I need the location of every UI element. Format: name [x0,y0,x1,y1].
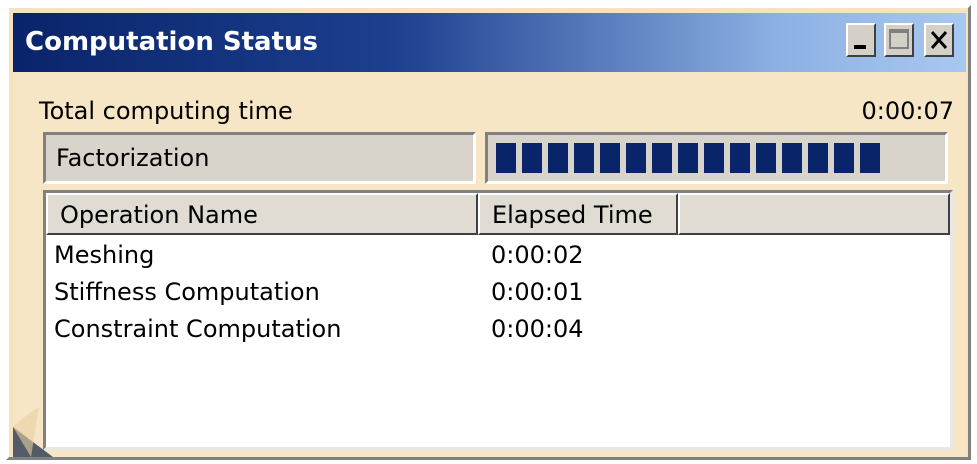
progress-block [730,143,750,173]
table-row[interactable]: Meshing 0:00:02 [46,237,950,274]
current-phase-label: Factorization [56,144,210,172]
column-header-operation-name[interactable]: Operation Name [46,193,478,235]
operation-name-cell: Constraint Computation [54,315,342,343]
progress-block [522,143,542,173]
operation-name-cell: Stiffness Computation [54,278,320,306]
close-icon [930,31,948,49]
progress-block [704,143,724,173]
maximize-button[interactable] [884,23,914,57]
progress-track [496,143,936,173]
progress-bar [485,132,948,184]
progress-block [860,143,880,173]
minimize-icon [854,45,866,49]
progress-block [808,143,828,173]
progress-block [678,143,698,173]
table-row[interactable]: Stiffness Computation 0:00:01 [46,274,950,311]
progress-block [756,143,776,173]
content-area: Total computing time 0:00:07 Factorizati… [13,72,966,457]
list-rows: Meshing 0:00:02 Stiffness Computation 0:… [46,237,950,348]
column-header-filler [678,193,950,235]
maximize-icon [889,29,909,49]
column-header-elapsed-time[interactable]: Elapsed Time [478,193,678,235]
progress-block [834,143,854,173]
current-phase-field: Factorization [43,132,476,184]
operations-list[interactable]: Operation Name Elapsed Time Meshing 0:00… [43,190,953,450]
close-button[interactable] [924,23,954,57]
progress-block [548,143,568,173]
progress-block [574,143,594,173]
minimize-button[interactable] [846,23,876,57]
progress-block [600,143,620,173]
title-bar[interactable]: Computation Status [13,13,966,72]
window-background-decoration [13,407,53,457]
operation-name-cell: Meshing [54,241,155,269]
table-row[interactable]: Constraint Computation 0:00:04 [46,311,950,348]
progress-block [782,143,802,173]
list-header: Operation Name Elapsed Time [46,193,950,235]
progress-block [496,143,516,173]
column-header-label: Operation Name [60,201,258,229]
column-header-label: Elapsed Time [492,201,653,229]
elapsed-time-cell: 0:00:02 [491,241,584,269]
elapsed-time-cell: 0:00:04 [491,315,584,343]
elapsed-time-cell: 0:00:01 [491,278,584,306]
total-computing-time-value: 0:00:07 [861,97,954,125]
computation-status-window: Computation Status Total computing time … [6,5,971,460]
total-computing-time-label: Total computing time [39,97,293,125]
progress-block [652,143,672,173]
window-title: Computation Status [25,27,319,57]
progress-block [626,143,646,173]
